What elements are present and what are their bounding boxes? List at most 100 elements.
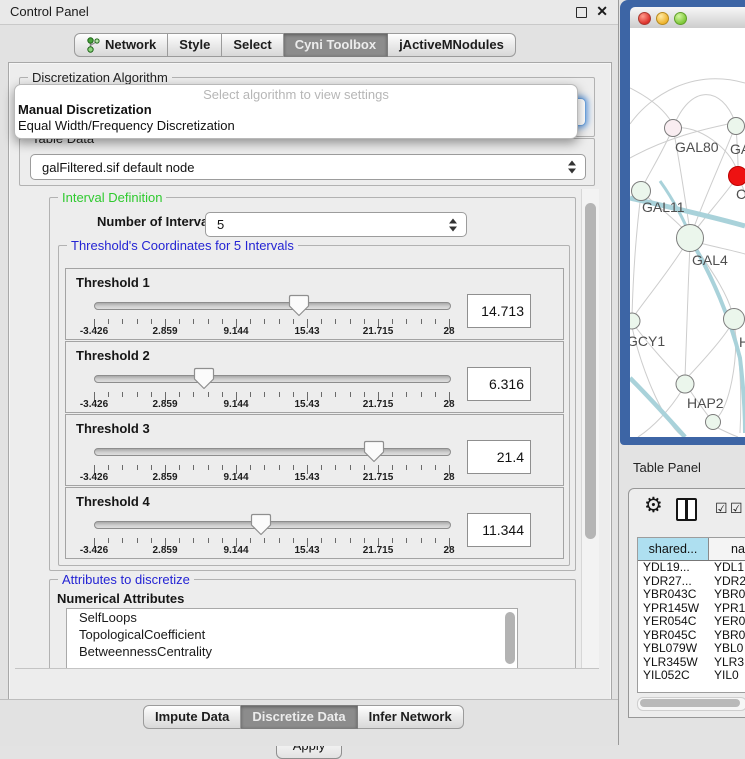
tab-infer-network[interactable]: Infer Network <box>358 705 464 729</box>
list-item-topologicalcoefficient[interactable]: TopologicalCoefficient <box>67 626 517 643</box>
network-node-gal80[interactable] <box>665 120 682 137</box>
table-row[interactable]: YIL052C YIL0 <box>638 669 745 680</box>
threshold-slider[interactable]: -3.4262.8599.14415.4321.71528 <box>94 293 450 337</box>
slider-thumb[interactable] <box>193 367 215 390</box>
table-cell: YIL052C <box>643 669 690 680</box>
table-row[interactable]: YDR27...YDR2 <box>638 575 745 589</box>
tick-label: -3.426 <box>74 399 114 410</box>
tick-mark <box>293 392 294 397</box>
tick-mark <box>293 319 294 324</box>
tick-mark <box>293 538 294 543</box>
tick-mark <box>250 465 251 470</box>
table-row[interactable]: YBR045CYBR0 <box>638 629 745 643</box>
close-icon[interactable]: ✕ <box>596 3 608 20</box>
table-row[interactable]: YBR043CYBR0 <box>638 588 745 602</box>
network-node-ga[interactable] <box>728 118 745 135</box>
table-row[interactable]: YPR145WYPR1 <box>638 602 745 616</box>
tick-label: 9.144 <box>216 545 256 556</box>
threshold-value-field[interactable]: 14.713 <box>467 294 531 328</box>
float-window-icon[interactable] <box>576 7 587 18</box>
tab-label: Select <box>233 34 271 56</box>
table-row[interactable]: YBL079WYBL0 <box>638 642 745 656</box>
network-node-gal4[interactable] <box>677 225 704 252</box>
popup-hint: Select algorithm to view settings <box>15 87 577 102</box>
threshold-slider[interactable]: -3.4262.8599.14415.4321.71528 <box>94 439 450 483</box>
network-node-gcy1[interactable] <box>630 313 640 329</box>
threshold-value-field[interactable]: 6.316 <box>467 367 531 401</box>
tab-label: Style <box>179 34 210 56</box>
network-canvas[interactable]: GAL80GACGAL11GAL4GCY1HHAP2 <box>630 28 745 437</box>
attributes-group: Attributes to discretize Numerical Attri… <box>49 579 576 669</box>
tick-mark <box>250 319 251 324</box>
tick-mark <box>435 465 436 470</box>
tab-cyni-toolbox[interactable]: Cyni Toolbox <box>284 33 388 57</box>
table-horizontal-scrollbar[interactable] <box>637 697 745 711</box>
table-cell: YLR3 <box>714 656 744 670</box>
network-node-gal11[interactable] <box>632 182 651 201</box>
window-title: Control Panel <box>10 4 89 19</box>
network-node-hap2[interactable] <box>676 375 694 393</box>
minimize-traffic-light-icon[interactable] <box>656 12 669 25</box>
numerical-attributes-list[interactable]: SelfLoopsTopologicalCoefficientBetweenne… <box>66 608 518 669</box>
table-row[interactable]: YDL19...YDL1 <box>638 561 745 575</box>
tab-style[interactable]: Style <box>168 33 222 57</box>
network-node[interactable] <box>706 415 721 430</box>
threshold-slider[interactable]: -3.4262.8599.14415.4321.71528 <box>94 366 450 410</box>
zoom-traffic-light-icon[interactable] <box>674 12 687 25</box>
list-scrollbar[interactable] <box>505 612 515 664</box>
list-item-betweennesscentrality[interactable]: BetweennessCentrality <box>67 643 517 660</box>
table-row[interactable]: YLR345WYLR3 <box>638 656 745 670</box>
table-cell: YDR27... <box>643 575 692 589</box>
checkbox-checked-icon[interactable]: ☑ <box>715 500 728 517</box>
number-of-intervals-combo[interactable]: 5 <box>205 212 467 237</box>
network-node-c[interactable] <box>729 167 745 186</box>
popup-option-equal-width-frequency-discretization[interactable]: Equal Width/Frequency Discretization <box>18 118 574 134</box>
cyni-footer: Impute DataDiscretize DataInfer Network <box>0 699 618 746</box>
number-of-intervals-label: Number of Intervals <box>97 214 219 229</box>
slider-thumb[interactable] <box>363 440 385 463</box>
network-view-window[interactable]: GAL80GACGAL11GAL4GCY1HHAP2 <box>620 0 745 445</box>
slider-thumb[interactable] <box>288 294 310 317</box>
scrollbar-thumb[interactable] <box>585 203 596 539</box>
tick-mark <box>421 392 422 397</box>
combo-stepper-icon <box>449 218 458 231</box>
table-row[interactable]: YER054CYER0 <box>638 615 745 629</box>
table-cell: YIL0 <box>714 669 739 680</box>
tick-label: 21.715 <box>358 399 398 410</box>
checkbox-checked-icon[interactable]: ☑ <box>730 500 743 517</box>
combo-value: 5 <box>217 213 224 236</box>
list-item-selfloops[interactable]: SelfLoops <box>67 609 517 626</box>
tick-mark <box>392 465 393 470</box>
gear-icon[interactable]: ⚙ <box>644 493 663 518</box>
network-node-h[interactable] <box>724 309 745 330</box>
table-data-combo[interactable]: galFiltered.sif default node <box>30 154 586 180</box>
tick-mark <box>179 465 180 470</box>
tick-label: 2.859 <box>145 326 185 337</box>
tick-mark <box>406 319 407 324</box>
threshold-value-field[interactable]: 21.4 <box>467 440 531 474</box>
tab-impute-data[interactable]: Impute Data <box>143 705 241 729</box>
tick-label: -3.426 <box>74 326 114 337</box>
tick-mark <box>279 538 280 543</box>
tab-select[interactable]: Select <box>222 33 283 57</box>
table-cell: YBR043C <box>643 588 696 602</box>
tab-network[interactable]: Network <box>74 33 168 57</box>
scrollbar-thumb[interactable] <box>640 699 740 707</box>
split-column-icon[interactable] <box>676 498 697 521</box>
network-graph: GAL80GACGAL11GAL4GCY1HHAP2 <box>630 28 745 437</box>
tab-jactivemnodules[interactable]: jActiveMNodules <box>388 33 516 57</box>
column-header-name[interactable]: na <box>709 538 745 560</box>
threshold-value-field[interactable]: 11.344 <box>467 513 531 547</box>
tab-discretize-data[interactable]: Discretize Data <box>241 705 357 729</box>
tick-label: 28 <box>429 326 469 337</box>
table-panel-title: Table Panel <box>633 460 701 475</box>
slider-thumb[interactable] <box>250 513 272 536</box>
node-label: GCY1 <box>630 333 665 349</box>
panel-scrollbar[interactable] <box>581 189 599 668</box>
tick-mark <box>208 392 209 397</box>
algorithm-popup-options: Manual DiscretizationEqual Width/Frequen… <box>18 102 574 134</box>
column-header-shared-name[interactable]: shared... <box>638 538 709 560</box>
threshold-slider[interactable]: -3.4262.8599.14415.4321.71528 <box>94 512 450 556</box>
popup-option-manual-discretization[interactable]: Manual Discretization <box>18 102 574 118</box>
close-traffic-light-icon[interactable] <box>638 12 651 25</box>
